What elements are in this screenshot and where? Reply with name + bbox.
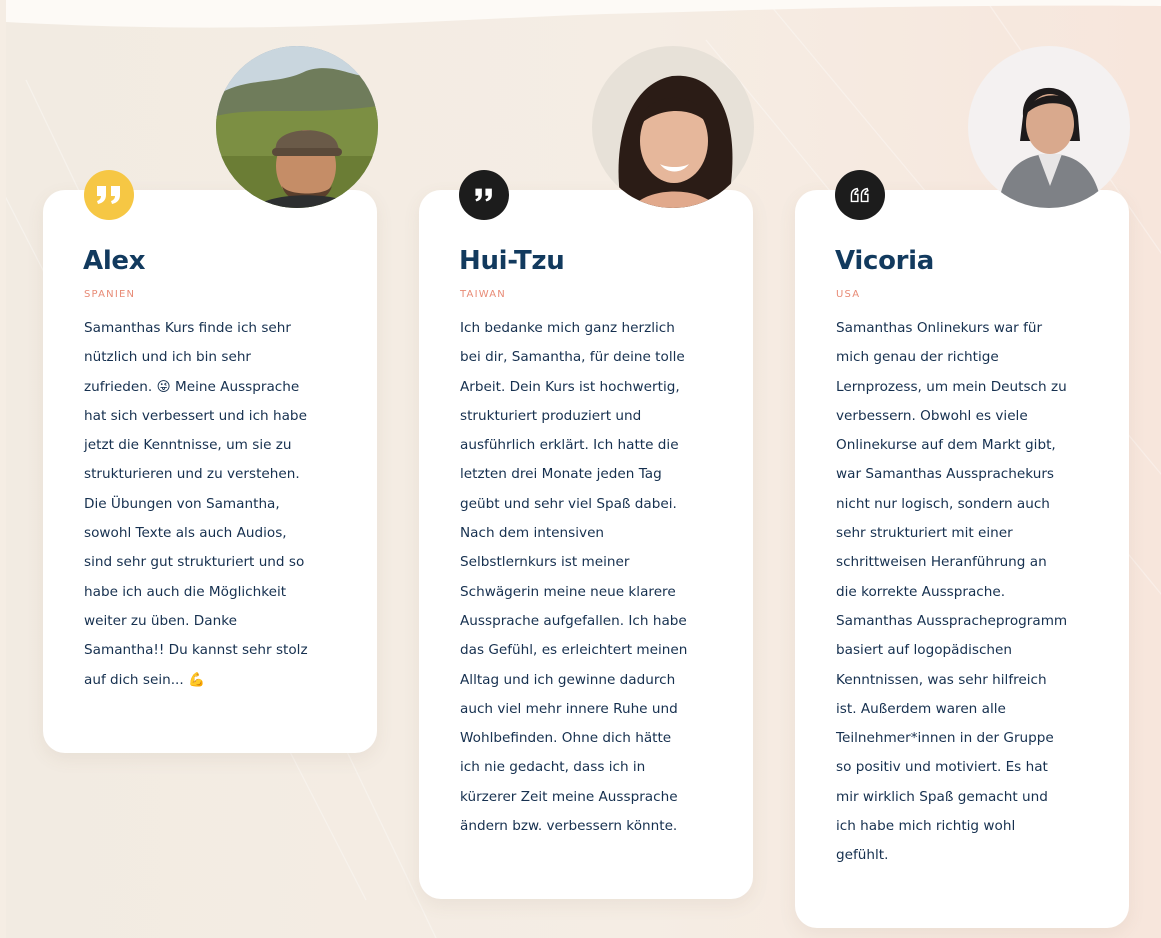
avatar-photo-vicoria	[968, 46, 1130, 208]
top-wave-decoration	[6, 0, 1161, 28]
avatar-photo-alex	[216, 46, 378, 208]
quote-open-icon	[835, 170, 885, 220]
testimonial-text: Ich bedanke mich ganz herzlich bei dir, …	[460, 320, 688, 835]
quote-icon	[459, 170, 509, 220]
testimonial-text: Samanthas Onlinekurs war für mich genau …	[836, 320, 1068, 864]
testimonial-country: USA	[836, 289, 861, 300]
quote-open-glyph-icon	[850, 187, 869, 203]
testimonial-country: TAIWAN	[460, 289, 506, 300]
testimonial-name: Hui-Tzu	[459, 246, 565, 276]
testimonial-name: Alex	[83, 246, 146, 276]
quote-icon	[84, 170, 134, 220]
quote-glyph-icon	[97, 186, 120, 204]
avatar-photo-hui-tzu	[592, 46, 754, 208]
testimonial-text: Samanthas Kurs finde ich sehr nützlich u…	[84, 320, 308, 688]
testimonial-country: SPANIEN	[84, 289, 136, 300]
testimonial-name: Vicoria	[835, 246, 935, 276]
quote-glyph-icon	[475, 188, 492, 202]
